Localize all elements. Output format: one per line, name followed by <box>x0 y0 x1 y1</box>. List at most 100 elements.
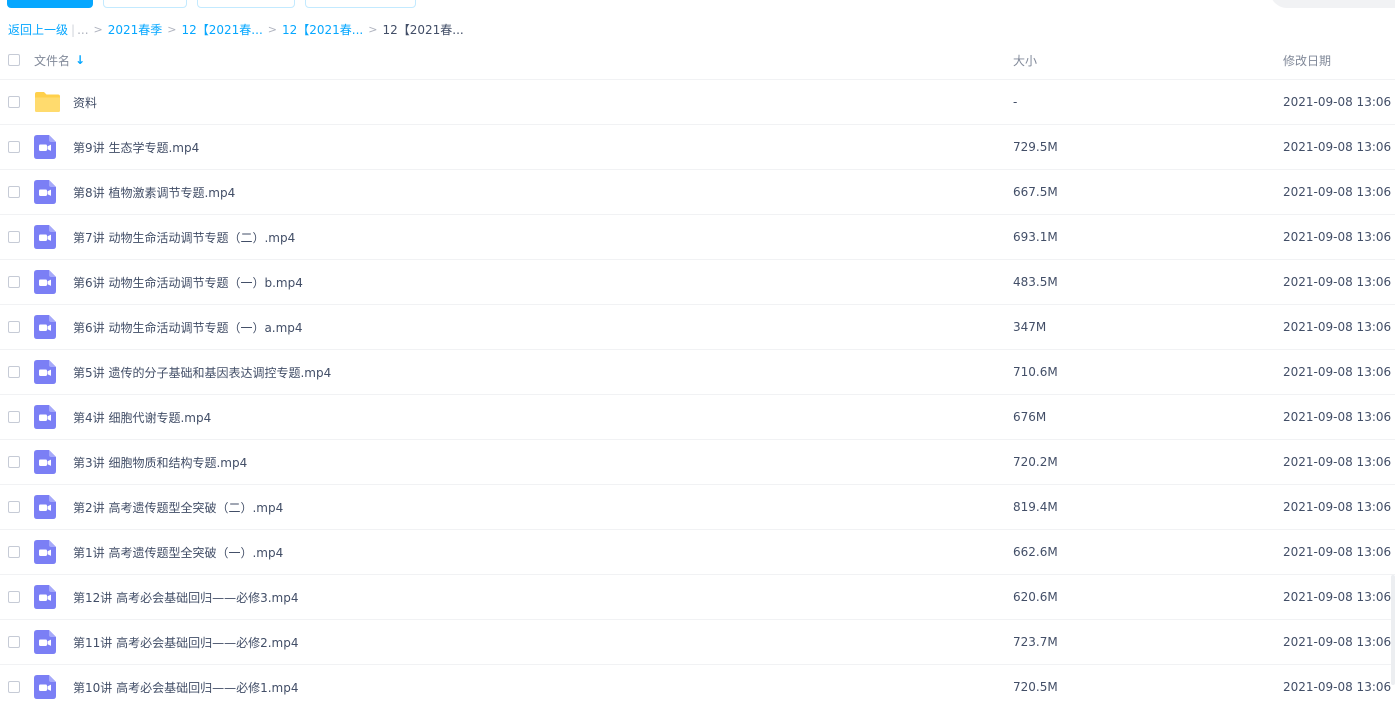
table-row[interactable]: 第3讲 细胞物质和结构专题.mp4 720.2M 2021-09-08 13:06 <box>0 440 1395 485</box>
breadcrumb-separator: > <box>267 23 277 36</box>
video-icon[interactable] <box>34 225 62 249</box>
select-all-checkbox[interactable] <box>8 54 20 66</box>
file-size: 620.6M <box>1013 590 1058 604</box>
file-name-cell: 第7讲 动物生命活动调节专题（二）.mp4 <box>34 225 1013 249</box>
toolbar-button[interactable] <box>305 0 416 8</box>
breadcrumb-item[interactable]: 2021春季 <box>108 21 163 39</box>
video-icon[interactable] <box>34 315 62 339</box>
file-size: 710.6M <box>1013 365 1058 379</box>
row-checkbox[interactable] <box>8 321 20 333</box>
file-size: 720.5M <box>1013 680 1058 694</box>
back-link[interactable]: 返回上一级 <box>8 21 68 39</box>
row-check-cell <box>0 96 34 108</box>
file-name[interactable]: 第7讲 动物生命活动调节专题（二）.mp4 <box>73 229 295 246</box>
file-name[interactable]: 第6讲 动物生命活动调节专题（一）b.mp4 <box>73 274 303 291</box>
file-name[interactable]: 第1讲 高考遗传题型全突破（一）.mp4 <box>73 544 283 561</box>
file-name[interactable]: 第4讲 细胞代谢专题.mp4 <box>73 409 211 426</box>
file-name-cell: 第11讲 高考必会基础回归——必修2.mp4 <box>34 630 1013 654</box>
video-icon[interactable] <box>34 180 62 204</box>
table-row[interactable]: 资料 - 2021-09-08 13:06 <box>0 80 1395 125</box>
row-checkbox[interactable] <box>8 96 20 108</box>
file-name[interactable]: 第11讲 高考必会基础回归——必修2.mp4 <box>73 634 298 651</box>
breadcrumb: 返回上一级 | ... > 2021春季 > 12【2021春... > 12【… <box>8 21 464 39</box>
video-icon[interactable] <box>34 360 62 384</box>
table-row[interactable]: 第2讲 高考遗传题型全突破（二）.mp4 819.4M 2021-09-08 13:… <box>0 485 1395 530</box>
table-row[interactable]: 第6讲 动物生命活动调节专题（一）b.mp4 483.5M 2021-09-08 1… <box>0 260 1395 305</box>
header-size[interactable]: 大小 <box>1013 52 1283 69</box>
file-name-cell: 第9讲 生态学专题.mp4 <box>34 135 1013 159</box>
row-check-cell <box>0 276 34 288</box>
file-name[interactable]: 第9讲 生态学专题.mp4 <box>73 139 199 156</box>
breadcrumb-separator: > <box>93 23 103 36</box>
file-name[interactable]: 第8讲 植物激素调节专题.mp4 <box>73 184 235 201</box>
video-icon[interactable] <box>34 585 62 609</box>
file-size: 720.2M <box>1013 455 1058 469</box>
file-name[interactable]: 资料 <box>73 94 97 111</box>
header-name[interactable]: 文件名 ↓ <box>34 52 1013 69</box>
row-checkbox[interactable] <box>8 546 20 558</box>
table-row[interactable]: 第1讲 高考遗传题型全突破（一）.mp4 662.6M 2021-09-08 13:… <box>0 530 1395 575</box>
file-name-cell: 第12讲 高考必会基础回归——必修3.mp4 <box>34 585 1013 609</box>
folder-icon[interactable] <box>34 90 62 114</box>
video-icon[interactable] <box>34 495 62 519</box>
file-name[interactable]: 第6讲 动物生命活动调节专题（一）a.mp4 <box>73 319 303 336</box>
file-date: 2021-09-08 13:06 <box>1283 410 1392 424</box>
file-manager-page: 返回上一级 | ... > 2021春季 > 12【2021春... > 12【… <box>0 0 1395 701</box>
video-icon[interactable] <box>34 630 62 654</box>
video-icon[interactable] <box>34 135 62 159</box>
arrow-down-icon[interactable]: ↓ <box>75 53 85 67</box>
table-row[interactable]: 第9讲 生态学专题.mp4 729.5M 2021-09-08 13:06 <box>0 125 1395 170</box>
table-row[interactable]: 第7讲 动物生命活动调节专题（二）.mp4 693.1M 2021-09-08 13… <box>0 215 1395 260</box>
scrollbar[interactable] <box>1391 575 1395 685</box>
row-checkbox[interactable] <box>8 456 20 468</box>
header-check-cell <box>0 54 34 66</box>
toolbar-button[interactable] <box>197 0 295 8</box>
row-checkbox[interactable] <box>8 141 20 153</box>
video-icon[interactable] <box>34 405 62 429</box>
table-row[interactable]: 第11讲 高考必会基础回归——必修2.mp4 723.7M 2021-09-08 1… <box>0 620 1395 665</box>
file-name[interactable]: 第10讲 高考必会基础回归——必修1.mp4 <box>73 679 298 696</box>
file-size: 819.4M <box>1013 500 1058 514</box>
table-row[interactable]: 第4讲 细胞代谢专题.mp4 676M 2021-09-08 13:06 <box>0 395 1395 440</box>
search-input[interactable] <box>1270 0 1395 8</box>
file-date: 2021-09-08 13:06 <box>1283 275 1392 289</box>
row-checkbox[interactable] <box>8 276 20 288</box>
row-checkbox[interactable] <box>8 231 20 243</box>
video-icon[interactable] <box>34 270 62 294</box>
file-size: 729.5M <box>1013 140 1058 154</box>
row-check-cell <box>0 141 34 153</box>
row-checkbox[interactable] <box>8 681 20 693</box>
file-size: 483.5M <box>1013 275 1058 289</box>
file-name[interactable]: 第5讲 遗传的分子基础和基因表达调控专题.mp4 <box>73 364 331 381</box>
file-size: 667.5M <box>1013 185 1058 199</box>
row-checkbox[interactable] <box>8 591 20 603</box>
upload-button[interactable] <box>7 0 93 8</box>
table-row[interactable]: 第8讲 植物激素调节专题.mp4 667.5M 2021-09-08 13:06 <box>0 170 1395 215</box>
table-row[interactable]: 第12讲 高考必会基础回归——必修3.mp4 620.6M 2021-09-08 1… <box>0 575 1395 620</box>
row-check-cell <box>0 366 34 378</box>
table-row[interactable]: 第10讲 高考必会基础回归——必修1.mp4 720.5M 2021-09-08 1… <box>0 665 1395 701</box>
breadcrumb-item[interactable]: 12【2021春... <box>182 21 263 39</box>
row-checkbox[interactable] <box>8 501 20 513</box>
table-body: 资料 - 2021-09-08 13:06 第9讲 生态学专题.mp4 729.5M 20… <box>0 80 1395 701</box>
breadcrumb-item[interactable]: 12【2021春... <box>282 21 363 39</box>
breadcrumb-ellipsis[interactable]: ... <box>77 21 88 39</box>
video-icon[interactable] <box>34 675 62 699</box>
video-icon[interactable] <box>34 450 62 474</box>
file-name[interactable]: 第12讲 高考必会基础回归——必修3.mp4 <box>73 589 298 606</box>
table-row[interactable]: 第5讲 遗传的分子基础和基因表达调控专题.mp4 710.6M 2021-09-08… <box>0 350 1395 395</box>
table-row[interactable]: 第6讲 动物生命活动调节专题（一）a.mp4 347M 2021-09-08 13:… <box>0 305 1395 350</box>
file-name[interactable]: 第3讲 细胞物质和结构专题.mp4 <box>73 454 247 471</box>
header-date[interactable]: 修改日期 <box>1283 52 1395 69</box>
row-checkbox[interactable] <box>8 186 20 198</box>
row-checkbox[interactable] <box>8 411 20 423</box>
file-size: 676M <box>1013 410 1047 424</box>
row-checkbox[interactable] <box>8 636 20 648</box>
file-date: 2021-09-08 13:06 <box>1283 635 1392 649</box>
new-folder-button[interactable] <box>103 0 187 8</box>
file-name-cell: 第1讲 高考遗传题型全突破（一）.mp4 <box>34 540 1013 564</box>
row-checkbox[interactable] <box>8 366 20 378</box>
file-name[interactable]: 第2讲 高考遗传题型全突破（二）.mp4 <box>73 499 283 516</box>
file-name-cell: 第8讲 植物激素调节专题.mp4 <box>34 180 1013 204</box>
video-icon[interactable] <box>34 540 62 564</box>
